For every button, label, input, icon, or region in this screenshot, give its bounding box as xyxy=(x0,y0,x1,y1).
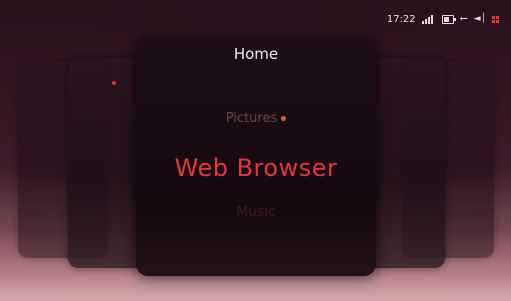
grid-icon[interactable] xyxy=(492,15,499,23)
main-menu-panel[interactable]: Home Pictures Web Browser Music xyxy=(136,38,376,276)
home-screen: Home Pictures Web Browser Music 17:22 ⭠ … xyxy=(0,0,511,301)
menu-item-label: Pictures xyxy=(225,111,278,126)
clock: 17:22 xyxy=(386,13,416,25)
panel-title: Home xyxy=(233,45,279,63)
menu-item-music[interactable]: Music xyxy=(136,204,376,220)
menu-item-pictures[interactable]: Pictures xyxy=(136,111,376,126)
indicator-dot-icon xyxy=(281,116,287,121)
signal-icon xyxy=(421,14,436,24)
volume-icon: ◄│ xyxy=(473,14,486,24)
menu-item-web-browser[interactable]: Web Browser xyxy=(136,154,376,182)
usb-icon: ⭠ xyxy=(459,13,468,24)
battery-icon xyxy=(441,14,456,24)
status-bar: 17:22 ⭠ ◄│ xyxy=(387,13,499,25)
notification-dot xyxy=(112,81,116,85)
